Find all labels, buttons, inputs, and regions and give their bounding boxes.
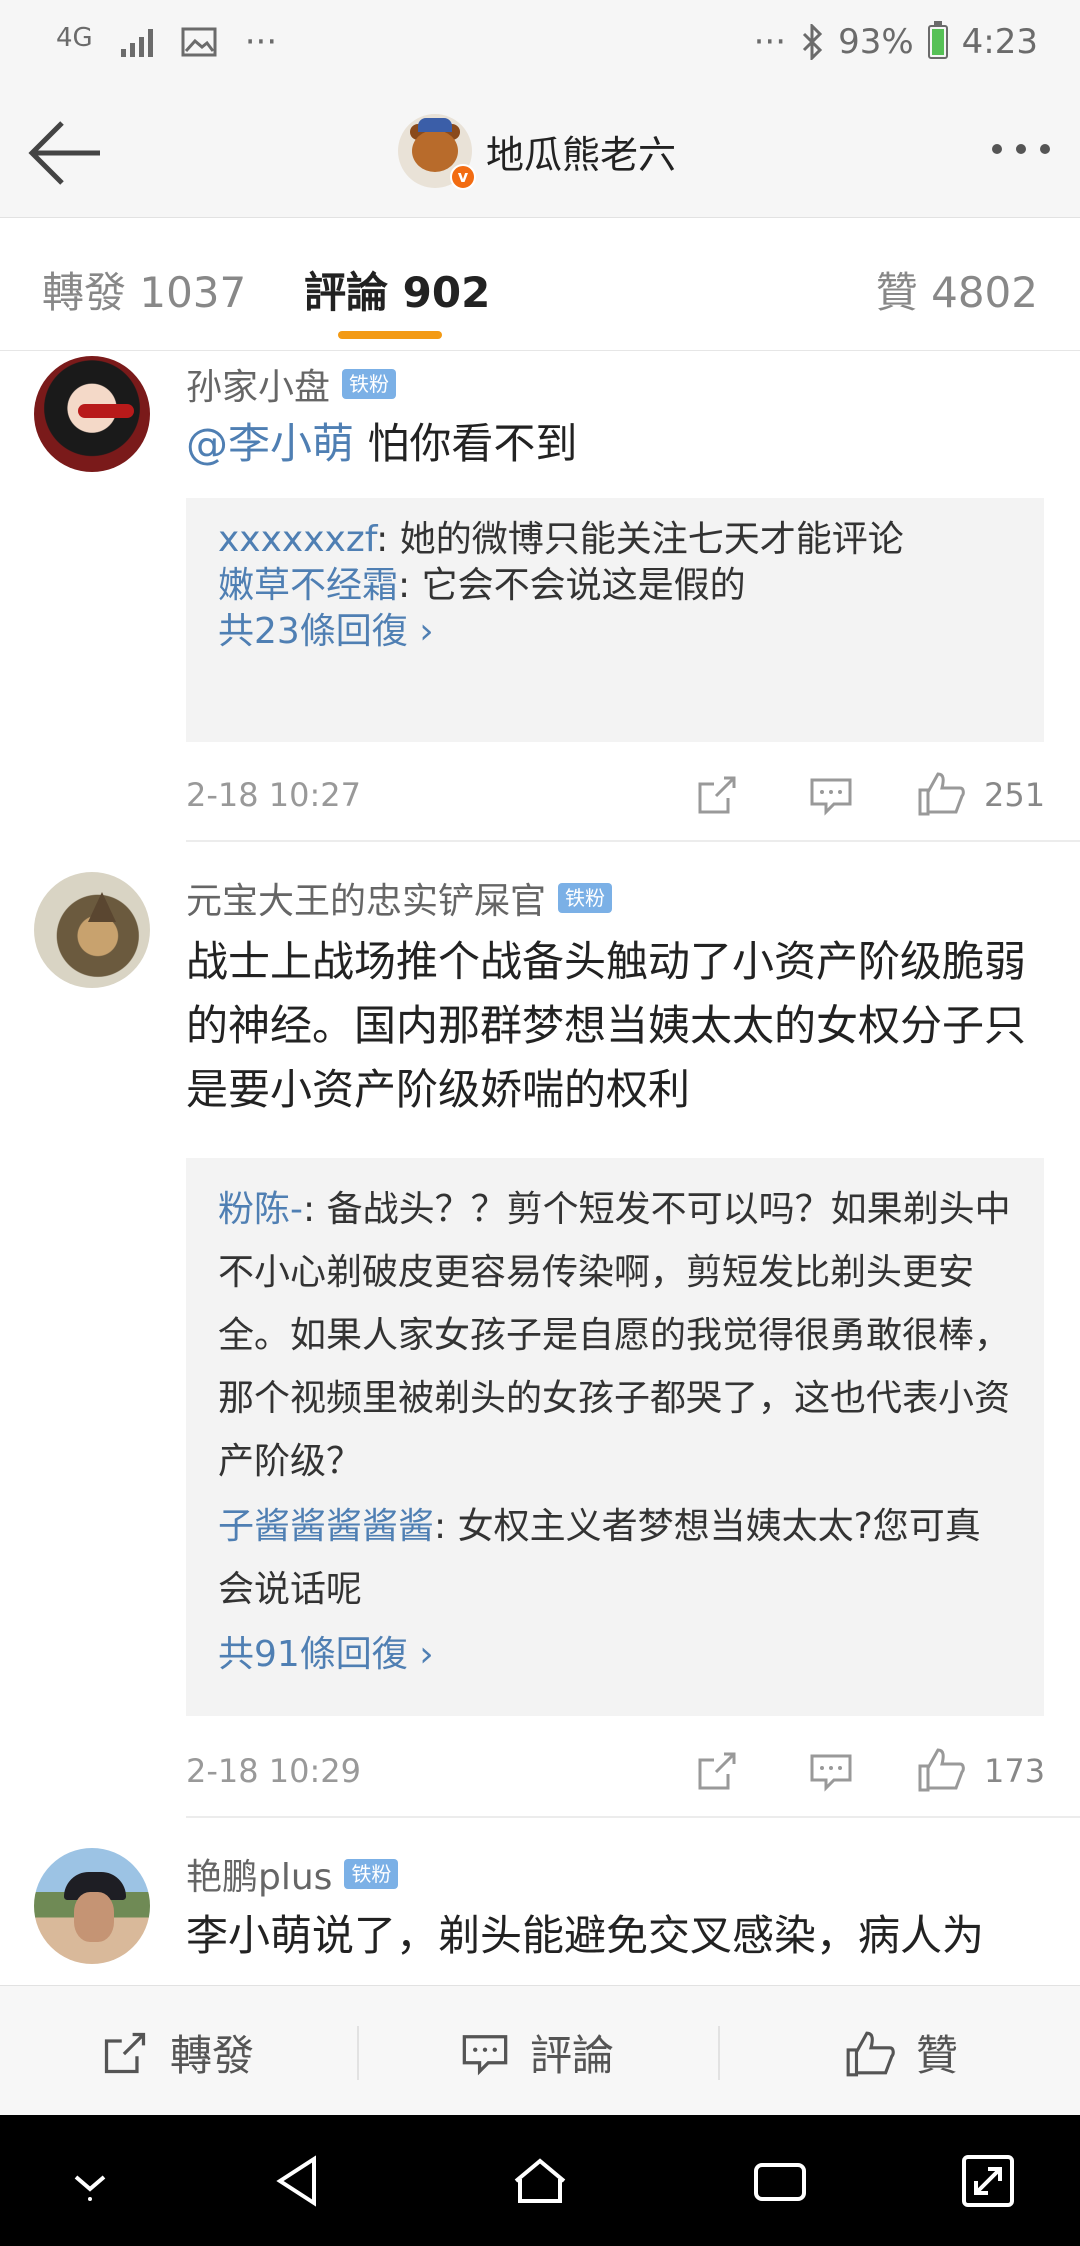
- bottom-action-bar: 轉發 評論 贊: [0, 1985, 1080, 2115]
- battery-icon: [927, 21, 948, 59]
- repost-button[interactable]: 轉發: [100, 2022, 254, 2083]
- comment-meta: 2-18 10:27 251: [186, 764, 1046, 824]
- reply-item: 粉陈-: 备战头？？剪个短发不可以吗？如果剃头中不小心剃破皮更容易传染啊，剪短发…: [218, 1189, 1011, 1482]
- share-icon[interactable]: [694, 1748, 740, 1794]
- network-indicator: 4G: [56, 23, 93, 53]
- divider: [186, 1816, 1080, 1818]
- comment-item: 元宝大王的忠实铲屎官 铁粉 战士上战场推个战备头触动了小资产阶级脆弱的神经。国内…: [0, 868, 1080, 1824]
- bluetooth-icon: [803, 24, 823, 60]
- comment-text: 战士上战场推个战备头触动了小资产阶级脆弱的神经。国内那群梦想当姨太太的女权分子只…: [186, 937, 1027, 1114]
- comment-item: 孙家小盘 铁粉 @李小萌 怕你看不到 xxxxxxzf: 她的微博只能关注七天才…: [0, 352, 1080, 844]
- reply-item: 子酱酱酱酱酱: 女权主义者梦想当姨太太?您可真会说话呢: [218, 1506, 981, 1610]
- comment-date: 2-18 10:27: [186, 776, 362, 814]
- comment-button[interactable]: 評論: [460, 2022, 614, 2083]
- reply-author[interactable]: 粉陈-: [218, 1189, 303, 1230]
- comment-date: 2-18 10:29: [186, 1752, 362, 1790]
- fan-badge: 铁粉: [558, 883, 613, 913]
- image-icon: [181, 27, 217, 57]
- divider: [186, 840, 1080, 842]
- like-count: 173: [984, 1752, 1046, 1790]
- like-icon[interactable]: [916, 1744, 966, 1794]
- author-name[interactable]: 地瓜熊老六: [486, 124, 676, 179]
- comment-icon[interactable]: [808, 1748, 854, 1794]
- like-icon[interactable]: [916, 768, 966, 818]
- share-icon[interactable]: [694, 772, 740, 818]
- separator: [357, 2026, 359, 2080]
- clock: 4:23: [961, 22, 1038, 62]
- comment-text: 李小萌说了，剃头能避免交叉感染，病人为: [186, 1911, 985, 1960]
- tab-bar: 轉發 1037 評論 902 贊 4802: [0, 219, 1080, 351]
- author-avatar[interactable]: v: [398, 114, 476, 190]
- repost-icon: [104, 2032, 146, 2073]
- view-all-replies[interactable]: 共23條回復 ›: [218, 610, 1012, 654]
- home-icon[interactable]: [510, 2151, 570, 2211]
- mention-link[interactable]: @李小萌: [186, 419, 354, 468]
- commenter-avatar[interactable]: [34, 1848, 150, 1964]
- like-icon: [846, 2031, 895, 2076]
- commenter-name-row: 孙家小盘 铁粉: [186, 358, 397, 410]
- comment-text: @李小萌 怕你看不到: [186, 419, 578, 468]
- comment-icon: [462, 2034, 508, 2075]
- battery-percent: 93%: [838, 22, 914, 62]
- comment-icon[interactable]: [808, 772, 854, 818]
- commenter-name-row: 元宝大王的忠实铲屎官 铁粉: [186, 872, 613, 924]
- tab-comments[interactable]: 評論 902: [304, 259, 490, 320]
- more-notifications: ···: [244, 22, 278, 62]
- active-tab-indicator: [338, 331, 442, 339]
- separator: [718, 2026, 720, 2080]
- fan-badge: 铁粉: [344, 1859, 399, 1889]
- replies-box[interactable]: xxxxxxzf: 她的微博只能关注七天才能评论 嫩草不经霜: 它会不会说这是假…: [186, 498, 1044, 742]
- recent-apps-icon[interactable]: [750, 2151, 810, 2211]
- tab-reposts[interactable]: 轉發 1037: [42, 259, 246, 320]
- reply-author[interactable]: 子酱酱酱酱酱: [218, 1506, 434, 1547]
- repost-label: 轉發: [170, 2031, 255, 2080]
- reply-item: 嫩草不经霜: 它会不会说这是假的: [218, 565, 746, 606]
- view-all-replies[interactable]: 共91條回復 ›: [218, 1623, 1012, 1686]
- commenter-name[interactable]: 元宝大王的忠实铲屎官: [186, 872, 546, 924]
- status-bar: 4G ··· ··· 93% 4:23: [0, 0, 1080, 90]
- comment-label: 評論: [530, 2031, 615, 2080]
- like-count: 251: [984, 776, 1046, 814]
- comment-meta: 2-18 10:29 173: [186, 1740, 1046, 1800]
- commenter-name-row: 艳鹏plus 铁粉: [186, 1848, 399, 1900]
- reply-item: xxxxxxzf: 她的微博只能关注七天才能评论: [218, 519, 904, 560]
- top-header: v 地瓜熊老六: [0, 90, 1080, 218]
- back-icon[interactable]: [270, 2151, 330, 2211]
- more-status: ···: [753, 22, 787, 62]
- comment-item: 艳鹏plus 铁粉 李小萌说了，剃头能避免交叉感染，病人为: [0, 1846, 1080, 1985]
- author-info[interactable]: v 地瓜熊老六: [398, 114, 676, 190]
- more-options-icon[interactable]: [992, 144, 1050, 154]
- hide-keyboard-icon[interactable]: [60, 2151, 120, 2211]
- like-button[interactable]: 贊: [844, 2022, 958, 2083]
- verified-icon: v: [450, 164, 476, 190]
- replies-box[interactable]: 粉陈-: 备战头？？剪个短发不可以吗？如果剃头中不小心剃破皮更容易传染啊，剪短发…: [186, 1158, 1044, 1716]
- like-label: 贊: [916, 2031, 959, 2080]
- reply-author[interactable]: 嫩草不经霜: [218, 565, 398, 606]
- expand-icon[interactable]: [958, 2151, 1018, 2211]
- commenter-name[interactable]: 孙家小盘: [186, 358, 330, 410]
- signal-icon: [120, 27, 153, 57]
- commenter-avatar[interactable]: [34, 356, 150, 472]
- tab-likes[interactable]: 贊 4802: [876, 259, 1038, 320]
- commenter-avatar[interactable]: [34, 872, 150, 988]
- system-nav-bar: [0, 2115, 1080, 2246]
- reply-author[interactable]: xxxxxxzf: [218, 519, 376, 560]
- fan-badge: 铁粉: [342, 369, 397, 399]
- back-arrow-icon[interactable]: [26, 118, 106, 188]
- commenter-name[interactable]: 艳鹏plus: [186, 1848, 332, 1900]
